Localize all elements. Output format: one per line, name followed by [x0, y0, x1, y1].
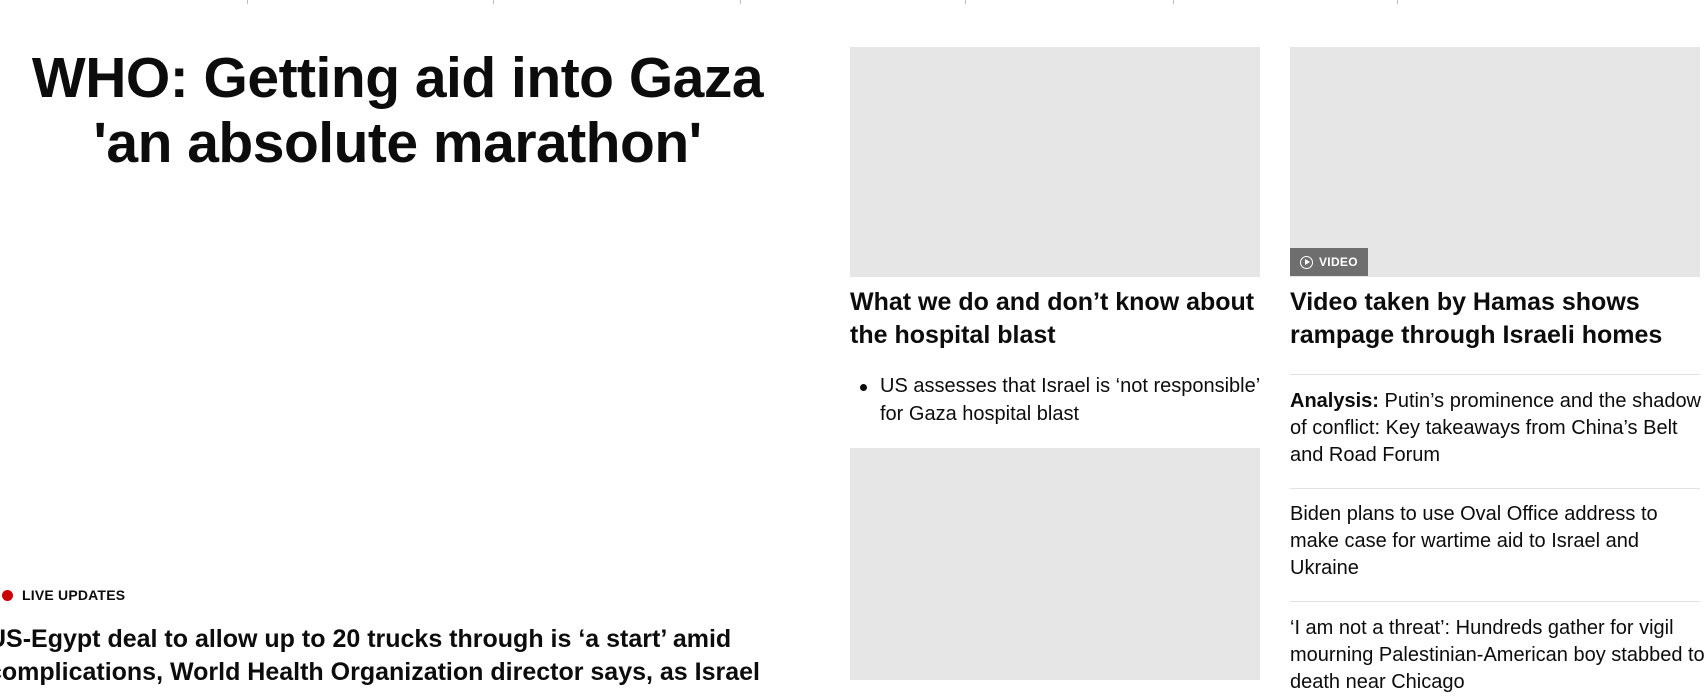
story-prefix: Analysis:: [1290, 390, 1379, 412]
top-nav-strip: [0, 0, 1705, 6]
nav-separator: [740, 0, 741, 4]
video-badge: VIDEO: [1290, 248, 1368, 276]
hospital-blast-headline[interactable]: What we do and don’t know about the hosp…: [850, 286, 1260, 352]
story-link-vigil[interactable]: ‘I am not a threat’: Hundreds gather for…: [1290, 615, 1705, 696]
nav-separator: [1397, 0, 1398, 4]
nav-separator: [493, 0, 494, 4]
story-link-biden[interactable]: Biden plans to use Oval Office address t…: [1290, 501, 1705, 582]
video-headline[interactable]: Video taken by Hamas shows rampage throu…: [1290, 286, 1705, 352]
live-updates-text: LIVE UPDATES: [22, 587, 126, 603]
hospital-blast-image[interactable]: [850, 47, 1260, 277]
live-updates-headline[interactable]: US-Egypt deal to allow up to 20 trucks t…: [0, 623, 788, 689]
related-links-list: US assesses that Israel is ‘not responsi…: [850, 372, 1260, 428]
nav-separator: [1173, 0, 1174, 4]
nav-separator: [965, 0, 966, 4]
video-badge-label: VIDEO: [1319, 255, 1358, 269]
main-headline[interactable]: WHO: Getting aid into Gaza 'an absolute …: [0, 46, 795, 176]
related-link[interactable]: US assesses that Israel is ‘not responsi…: [850, 372, 1260, 428]
divider: [1290, 601, 1700, 602]
live-dot-icon: [2, 589, 13, 601]
video-thumbnail[interactable]: [1290, 47, 1700, 277]
live-updates-label: LIVE UPDATES: [2, 585, 125, 605]
story-link-analysis[interactable]: Analysis: Putin’s prominence and the sha…: [1290, 388, 1705, 469]
divider: [1290, 374, 1700, 375]
play-circle-icon: [1300, 255, 1313, 269]
nav-separator: [247, 0, 248, 4]
divider: [1290, 488, 1700, 489]
story-image[interactable]: [850, 448, 1260, 680]
